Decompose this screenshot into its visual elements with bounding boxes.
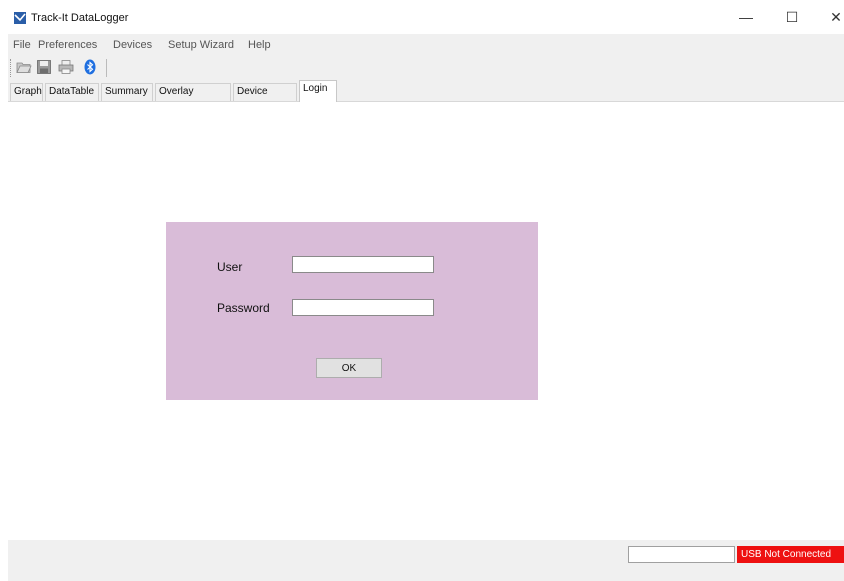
tab-device-setup[interactable]: Device Setup bbox=[233, 83, 297, 113]
menu-help[interactable]: Help bbox=[248, 39, 271, 51]
maximize-button[interactable]: ☐ bbox=[772, 4, 812, 30]
close-button[interactable]: ✕ bbox=[816, 4, 844, 30]
user-input[interactable] bbox=[292, 256, 434, 273]
title-bar: Track-It DataLogger — ☐ ✕ bbox=[8, 0, 844, 34]
menu-setup-wizard[interactable]: Setup Wizard bbox=[168, 39, 234, 51]
menu-file[interactable]: File bbox=[13, 39, 31, 51]
ok-button[interactable]: OK bbox=[316, 358, 382, 378]
menu-devices[interactable]: Devices bbox=[113, 39, 152, 51]
bottom-strip bbox=[8, 564, 844, 581]
status-text-field bbox=[628, 546, 735, 563]
open-folder-icon[interactable] bbox=[16, 59, 32, 75]
minimize-button[interactable]: — bbox=[726, 4, 766, 30]
user-label: User bbox=[217, 260, 243, 274]
tab-bar: Graph DataTable Summary Overlay Graphs D… bbox=[8, 80, 844, 113]
bluetooth-icon[interactable] bbox=[82, 59, 98, 75]
usb-status-indicator: USB Not Connected bbox=[737, 546, 844, 563]
status-bar: USB Not Connected bbox=[8, 540, 844, 564]
app-window: Track-It DataLogger — ☐ ✕ File Preferenc… bbox=[8, 0, 844, 581]
menu-bar: File Preferences Devices Setup Wizard He… bbox=[8, 34, 844, 56]
login-panel: User Password OK bbox=[166, 222, 538, 400]
print-icon[interactable] bbox=[58, 59, 74, 75]
tab-login[interactable]: Login bbox=[299, 80, 337, 103]
tab-datatable[interactable]: DataTable bbox=[45, 83, 99, 101]
app-logo-icon bbox=[14, 12, 26, 24]
toolbar-grip bbox=[10, 59, 11, 77]
toolbar bbox=[8, 56, 844, 80]
tab-summary[interactable]: Summary bbox=[101, 83, 153, 101]
tab-content-area: User Password OK bbox=[8, 102, 844, 540]
window-title: Track-It DataLogger bbox=[31, 12, 129, 24]
tab-graph[interactable]: Graph bbox=[10, 83, 43, 101]
password-input[interactable] bbox=[292, 299, 434, 316]
password-label: Password bbox=[217, 301, 270, 315]
save-icon[interactable] bbox=[36, 59, 52, 75]
toolbar-separator bbox=[106, 59, 107, 77]
tab-overlay-graphs[interactable]: Overlay Graphs bbox=[155, 83, 231, 113]
menu-preferences[interactable]: Preferences bbox=[38, 39, 97, 51]
